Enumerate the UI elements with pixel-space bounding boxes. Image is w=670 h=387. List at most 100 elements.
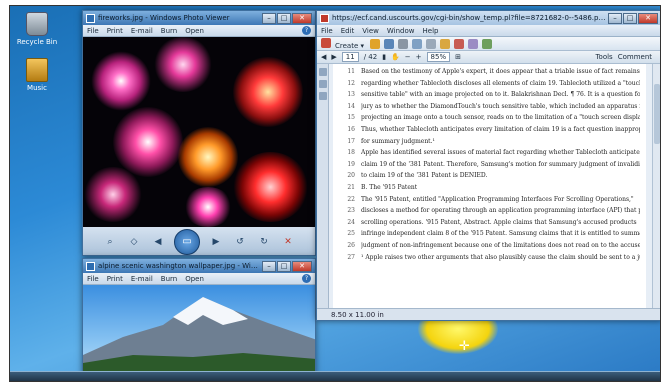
previous-icon[interactable]: ◀ — [149, 235, 167, 249]
minimize-button[interactable]: – — [262, 12, 276, 24]
pdf-text-line: 12 regarding whether Tablecloth discloses… — [339, 78, 640, 90]
signatures-panel-icon[interactable] — [319, 92, 327, 100]
recycle-bin-desktop-icon[interactable]: Recycle Bin — [14, 12, 60, 46]
zoom-level-select[interactable]: 85% — [426, 52, 451, 62]
stamp-icon[interactable] — [454, 38, 465, 49]
menu-edit[interactable]: Edit — [341, 27, 355, 35]
menu-view[interactable]: View — [362, 27, 379, 35]
page-size-status: 8.50 x 11.00 in — [317, 308, 660, 320]
mouse-cursor-icon: ✛ — [459, 339, 470, 354]
menu-open[interactable]: Open — [185, 27, 204, 35]
attachments-panel-icon[interactable] — [319, 80, 327, 88]
photo-viewer-controls: ⌕ ◇ ◀ ▭ ▶ ↺ ↻ ✕ — [83, 227, 315, 255]
taskbar — [10, 371, 660, 381]
previous-page-icon[interactable]: ◀ — [321, 53, 326, 61]
line-text: claim 19 of the '381 Patent. Therefore, … — [361, 160, 640, 168]
pdf-titlebar[interactable]: https://ecf.cand.uscourts.gov/cgi-bin/sh… — [317, 11, 660, 25]
pdf-body: 11 Based on the testimony of Apple's expe… — [317, 64, 660, 308]
fireworks-image — [83, 37, 315, 227]
page-number-input[interactable]: 11 — [341, 52, 359, 62]
recycle-bin-label: Recycle Bin — [16, 38, 58, 46]
menu-window[interactable]: Window — [387, 27, 415, 35]
music-desktop-icon[interactable]: Music — [14, 58, 60, 92]
zoom-in-icon[interactable]: + — [416, 53, 422, 61]
menu-file[interactable]: File — [87, 27, 99, 35]
pdf-viewer-window[interactable]: https://ecf.cand.uscourts.gov/cgi-bin/sh… — [316, 10, 660, 321]
line-text: projecting an image onto a touch sensor,… — [361, 114, 640, 122]
photo-viewer-2-titlebar[interactable]: alpine scenic washington wallpaper.jpg -… — [83, 259, 315, 273]
line-text: to claim 19 of the '381 Patent is DENIED… — [361, 172, 488, 180]
delete-icon[interactable]: ✕ — [279, 235, 297, 249]
pdf-vertical-scrollbar[interactable] — [652, 64, 660, 308]
tools-icon[interactable] — [482, 38, 493, 49]
help-icon[interactable]: ? — [302, 274, 311, 283]
pdf-document-page[interactable]: 11 Based on the testimony of Apple's expe… — [333, 64, 646, 308]
rotate-left-icon[interactable]: ↺ — [231, 235, 249, 249]
line-text: for summary judgment.¹ — [361, 137, 435, 145]
menu-print[interactable]: Print — [107, 27, 123, 35]
menu-burn[interactable]: Burn — [161, 275, 177, 283]
maximize-button[interactable]: □ — [277, 260, 291, 272]
line-number: 14 — [347, 102, 355, 110]
pdf-text-line: 24 scrolling operations. '915 Patent, Abs… — [339, 217, 640, 229]
pdf-text-line: 23 discloses a method for operating throu… — [339, 205, 640, 217]
page-total: / 42 — [363, 53, 378, 61]
minimize-button[interactable]: – — [608, 12, 622, 24]
photo-viewer-1-titlebar[interactable]: fireworks.jpg - Windows Photo Viewer – □… — [83, 11, 315, 25]
line-text: Thus, whether Tablecloth anticipates eve… — [361, 125, 640, 133]
comment-icon[interactable] — [440, 38, 451, 49]
pages-panel-icon[interactable] — [319, 68, 327, 76]
slideshow-button[interactable]: ▭ — [174, 229, 200, 255]
menu-file[interactable]: File — [321, 27, 333, 35]
photo-viewer-fireworks-window[interactable]: fireworks.jpg - Windows Photo Viewer – □… — [82, 10, 316, 256]
photo-viewer-app-icon — [86, 261, 95, 271]
maximize-button[interactable]: □ — [623, 12, 637, 24]
zoom-icon[interactable]: ⌕ — [101, 235, 119, 249]
zoom-out-icon[interactable]: − — [405, 53, 411, 61]
actual-size-icon[interactable]: ◇ — [125, 235, 143, 249]
menu-open[interactable]: Open — [185, 275, 204, 283]
close-button[interactable]: ✕ — [638, 12, 658, 24]
close-button[interactable]: ✕ — [292, 260, 312, 272]
pdf-text-line: 27 ¹ Apple raises two other arguments tha… — [339, 252, 640, 264]
pdf-title: https://ecf.cand.uscourts.gov/cgi-bin/sh… — [332, 14, 607, 22]
maximize-button[interactable]: □ — [277, 12, 291, 24]
create-button[interactable]: Create ▾ — [321, 37, 364, 50]
line-number: 24 — [347, 218, 355, 226]
line-number: 21 — [347, 183, 355, 191]
line-text: Based on the testimony of Apple's expert… — [361, 68, 640, 75]
menu-email[interactable]: E-mail — [131, 27, 153, 35]
music-label: Music — [27, 84, 47, 92]
comment-button[interactable]: Comment — [618, 53, 652, 61]
select-icon[interactable]: ▮ — [382, 53, 386, 61]
menu-file[interactable]: File — [87, 275, 99, 283]
hand-icon[interactable]: ✋ — [391, 53, 400, 61]
open-icon[interactable] — [370, 38, 381, 49]
create-label: Create — [335, 41, 359, 50]
settings-icon[interactable] — [426, 38, 437, 49]
line-text: infringe independent claim 8 of the '915… — [361, 230, 640, 238]
menu-burn[interactable]: Burn — [161, 27, 177, 35]
next-page-icon[interactable]: ▶ — [331, 53, 336, 61]
menu-print[interactable]: Print — [107, 275, 123, 283]
rotate-right-icon[interactable]: ↻ — [255, 235, 273, 249]
fit-page-icon[interactable]: ⊞ — [455, 53, 461, 61]
next-icon[interactable]: ▶ — [207, 235, 225, 249]
email-icon[interactable] — [412, 38, 423, 49]
line-text: jury as to whether the DiamondTouch's to… — [361, 102, 640, 110]
tools-button[interactable]: Tools — [595, 53, 612, 61]
pdf-navigation-pane — [317, 64, 329, 308]
photo-viewer-mountain-window[interactable]: alpine scenic washington wallpaper.jpg -… — [82, 258, 316, 381]
menu-help[interactable]: Help — [423, 27, 439, 35]
scrollbar-thumb[interactable] — [654, 84, 660, 144]
line-number: 23 — [347, 207, 355, 215]
line-text: B. The '915 Patent — [361, 183, 418, 191]
save-icon[interactable] — [384, 38, 395, 49]
menu-email[interactable]: E-mail — [131, 275, 153, 283]
minimize-button[interactable]: – — [262, 260, 276, 272]
print-icon[interactable] — [398, 38, 409, 49]
photo-viewer-2-menubar: File Print E-mail Burn Open ? — [83, 273, 315, 285]
help-icon[interactable]: ? — [302, 26, 311, 35]
close-button[interactable]: ✕ — [292, 12, 312, 24]
share-icon[interactable] — [468, 38, 479, 49]
